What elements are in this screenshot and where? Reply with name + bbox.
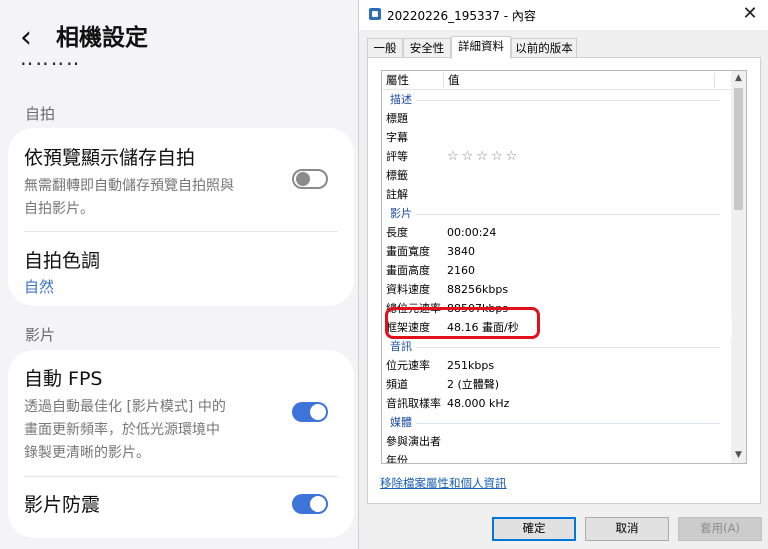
setting-value: 自然 (24, 278, 55, 296)
scroll-up-icon[interactable]: ▲ (731, 71, 746, 86)
stabilization-toggle[interactable] (292, 494, 328, 514)
auto-fps-toggle[interactable] (292, 402, 328, 422)
cancel-button[interactable]: 取消 (585, 517, 669, 541)
window-title: 20220226_195337 - 內容 (387, 9, 536, 23)
property-row[interactable]: 評等 ☆☆☆☆☆ (382, 147, 732, 166)
chevron-left-icon[interactable]: ‹ (20, 20, 44, 56)
clipped-setting-row: ‥‥‥‥ (20, 58, 82, 70)
details-panel: 屬性 值 描述 標題 字幕 評等 ☆☆☆☆☆ 標籤 註解 影片 長度 00:00:2… (367, 57, 761, 504)
setting-title: 自動 FPS (24, 368, 103, 390)
video-settings-card: 自動 FPS 透過自動最佳化 [影片模式] 中的 畫面更新頻率，於低光源環境中 … (8, 350, 354, 538)
save-preview-toggle[interactable] (292, 169, 328, 189)
section-label-video: 影片 (25, 326, 56, 344)
setting-video-stabilization[interactable]: 影片防震 (24, 492, 338, 518)
window-titlebar: 20220226_195337 - 內容 ✕ (359, 0, 768, 30)
property-row[interactable]: 標題 (382, 109, 732, 128)
group-header: 媒體 (382, 413, 732, 432)
setting-description: 無需翻轉即自動儲存預覽自拍照與 自拍影片。 (24, 178, 234, 217)
property-row[interactable]: 參與演出者 (382, 432, 732, 451)
property-row[interactable]: 長度 00:00:24 (382, 223, 732, 242)
column-header-value[interactable]: 值 (448, 71, 460, 89)
property-list[interactable]: 屬性 值 描述 標題 字幕 評等 ☆☆☆☆☆ 標籤 註解 影片 長度 00:00:2… (381, 70, 747, 464)
frame-rate-highlight (385, 307, 540, 339)
scroll-thumb[interactable] (734, 88, 743, 210)
scroll-down-icon[interactable]: ▼ (731, 448, 746, 463)
property-row[interactable]: 畫面高度 2160 (382, 261, 732, 280)
tab-details[interactable]: 詳細資料 (451, 36, 511, 59)
tab-security[interactable]: 安全性 (403, 38, 451, 58)
setting-description: 透過自動最佳化 [影片模式] 中的 畫面更新頻率，於低光源環境中 錄製更清晰的影… (24, 399, 226, 461)
camera-settings-screen: ‹ 相機設定 ‥‥‥‥ 自拍 依預覽顯示儲存自拍 無需翻轉即自動儲存預覽自拍照與… (0, 0, 358, 549)
property-row[interactable]: 位元速率 251kbps (382, 356, 732, 375)
setting-title: 影片防震 (24, 494, 101, 516)
setting-save-selfie-preview[interactable]: 依預覽顯示儲存自拍 無需翻轉即自動儲存預覽自拍照與 自拍影片。 (24, 145, 338, 221)
divider (24, 231, 338, 232)
page-title: 相機設定 (56, 25, 148, 51)
settings-header: ‹ 相機設定 (0, 18, 358, 58)
property-row[interactable]: 音訊取樣率 48.000 kHz (382, 394, 732, 413)
list-header: 屬性 值 (382, 71, 732, 90)
divider (24, 476, 338, 477)
setting-title: 自拍色調 (24, 250, 101, 272)
setting-auto-fps[interactable]: 自動 FPS 透過自動最佳化 [影片模式] 中的 畫面更新頻率，於低光源環境中 … (24, 366, 338, 465)
file-properties-dialog: 20220226_195337 - 內容 ✕ 一般 安全性 詳細資料 以前的版本… (358, 0, 768, 549)
property-row[interactable]: 年份 (382, 451, 732, 463)
remove-properties-link[interactable]: 移除檔案屬性和個人資訊 (380, 475, 507, 491)
property-row[interactable]: 標籤 (382, 166, 732, 185)
apply-button[interactable]: 套用(A) (678, 517, 762, 541)
close-icon[interactable]: ✕ (737, 2, 763, 26)
tab-general[interactable]: 一般 (367, 38, 403, 58)
property-row[interactable]: 頻道 2 (立體聲) (382, 375, 732, 394)
rating-stars[interactable]: ☆☆☆☆☆ (447, 147, 520, 166)
video-file-icon (369, 8, 381, 20)
property-row[interactable]: 資料速度 88256kbps (382, 280, 732, 299)
group-header: 影片 (382, 204, 732, 223)
property-row[interactable]: 畫面寬度 3840 (382, 242, 732, 261)
tab-previous-versions[interactable]: 以前的版本 (511, 38, 577, 58)
group-header: 描述 (382, 90, 732, 109)
setting-selfie-tone[interactable]: 自拍色調 自然 (24, 248, 338, 298)
ok-button[interactable]: 確定 (492, 517, 576, 541)
group-header: 音訊 (382, 337, 732, 356)
property-row[interactable]: 字幕 (382, 128, 732, 147)
setting-title: 依預覽顯示儲存自拍 (24, 147, 196, 169)
section-label-selfie: 自拍 (25, 105, 56, 123)
vertical-scrollbar[interactable]: ▲ ▼ (731, 71, 746, 463)
column-header-property[interactable]: 屬性 (386, 71, 409, 89)
selfie-settings-card: 依預覽顯示儲存自拍 無需翻轉即自動儲存預覽自拍照與 自拍影片。 自拍色調 自然 (8, 128, 354, 306)
property-row[interactable]: 註解 (382, 185, 732, 204)
